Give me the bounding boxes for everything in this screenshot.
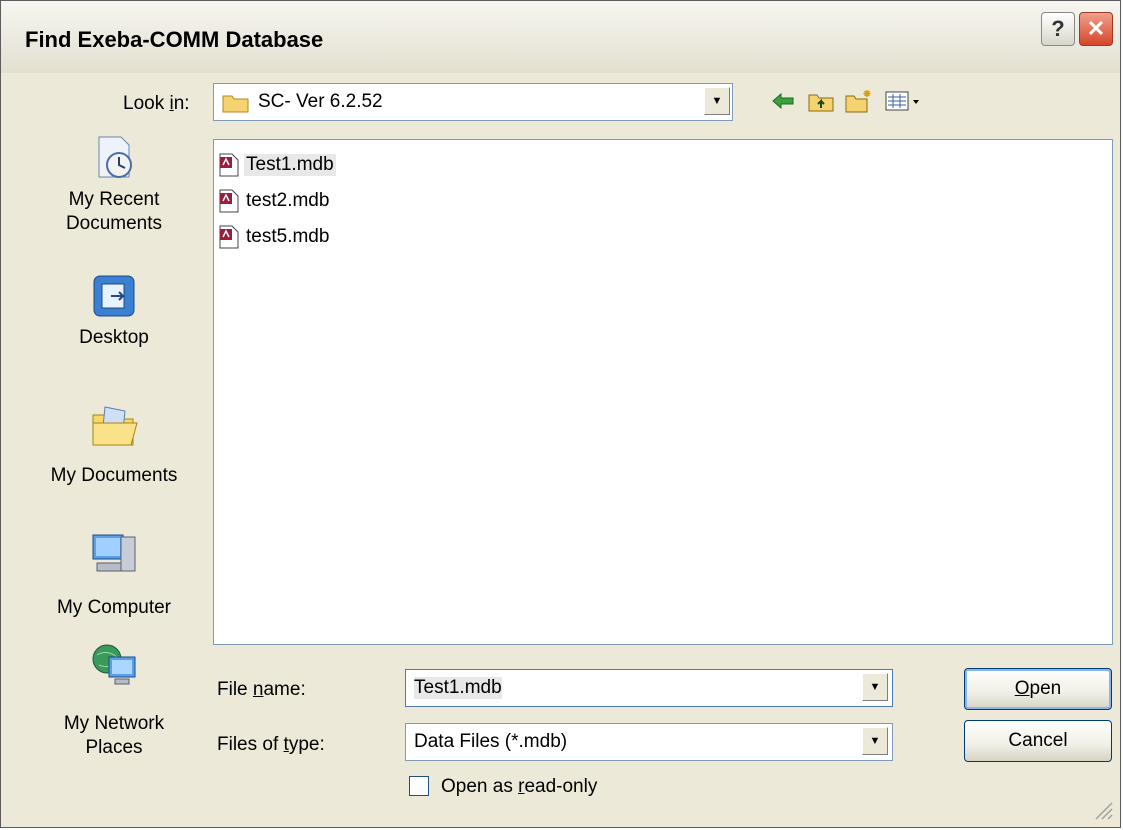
look-in-label: Look in: bbox=[123, 93, 190, 114]
place-label-desktop: Desktop bbox=[79, 327, 149, 348]
my-computer-icon bbox=[92, 534, 136, 572]
my-documents-icon bbox=[92, 406, 138, 446]
file-list[interactable]: Test1.mdb test2.mdb test5.mdb bbox=[213, 139, 1113, 645]
help-button[interactable]: ? bbox=[1041, 12, 1075, 46]
up-folder-icon[interactable] bbox=[807, 87, 835, 115]
place-network[interactable]: My Network Places bbox=[41, 639, 187, 760]
place-label-my-computer: My Computer bbox=[56, 597, 172, 618]
recent-documents-icon bbox=[98, 136, 132, 178]
desktop-icon bbox=[93, 275, 135, 317]
place-label-recent: My Recent Documents bbox=[65, 189, 163, 234]
file-name-dropdown-button[interactable]: ▼ bbox=[862, 673, 888, 701]
file-type-value: Data Files (*.mdb) bbox=[414, 731, 568, 752]
place-label-my-documents: My Documents bbox=[50, 465, 178, 486]
file-name-input[interactable]: Test1.mdb ▼ bbox=[405, 669, 893, 707]
place-my-computer[interactable]: My Computer bbox=[41, 529, 187, 620]
close-button[interactable]: ✕ bbox=[1079, 12, 1113, 46]
back-icon[interactable] bbox=[769, 87, 797, 115]
place-recent-documents[interactable]: My Recent Documents bbox=[41, 133, 187, 236]
resize-grip-icon[interactable] bbox=[1092, 799, 1114, 821]
file-name: test2.mdb bbox=[246, 190, 330, 211]
title-bar[interactable]: Find Exeba-COMM Database ? ✕ bbox=[1, 1, 1120, 73]
folder-icon bbox=[222, 95, 249, 113]
file-item[interactable]: Test1.mdb bbox=[218, 152, 336, 178]
file-type-dropdown-button[interactable]: ▼ bbox=[862, 727, 888, 755]
place-my-documents[interactable]: My Documents bbox=[41, 401, 187, 488]
new-folder-icon[interactable] bbox=[845, 87, 873, 115]
file-type-select[interactable]: Data Files (*.mdb) ▼ bbox=[405, 723, 893, 761]
read-only-label[interactable]: Open as read-only bbox=[441, 776, 597, 798]
file-type-label: Files of type: bbox=[217, 734, 325, 755]
file-item[interactable]: test2.mdb bbox=[218, 188, 331, 214]
look-in-combo[interactable]: SC- Ver 6.2.52 ▼ bbox=[213, 83, 733, 121]
file-name: test5.mdb bbox=[246, 226, 330, 247]
network-places-icon bbox=[92, 644, 136, 685]
cancel-button[interactable]: Cancel bbox=[964, 720, 1112, 762]
access-database-icon bbox=[219, 153, 239, 177]
read-only-checkbox[interactable] bbox=[409, 776, 429, 796]
find-database-dialog: Find Exeba-COMM Database ? ✕ Look in: SC… bbox=[0, 0, 1121, 828]
file-name: Test1.mdb bbox=[244, 154, 336, 176]
file-name-label: File name: bbox=[217, 679, 306, 700]
access-database-icon bbox=[219, 225, 239, 249]
view-menu-icon[interactable] bbox=[883, 87, 923, 115]
place-desktop[interactable]: Desktop bbox=[41, 271, 187, 350]
look-in-value: SC- Ver 6.2.52 bbox=[258, 91, 383, 112]
window-title: Find Exeba-COMM Database bbox=[25, 27, 324, 52]
file-item[interactable]: test5.mdb bbox=[218, 224, 331, 250]
open-button[interactable]: Open bbox=[964, 668, 1112, 710]
access-database-icon bbox=[219, 189, 239, 213]
place-label-network: My Network Places bbox=[63, 713, 165, 758]
look-in-dropdown-button[interactable]: ▼ bbox=[704, 87, 730, 115]
file-name-value: Test1.mdb bbox=[414, 677, 502, 699]
